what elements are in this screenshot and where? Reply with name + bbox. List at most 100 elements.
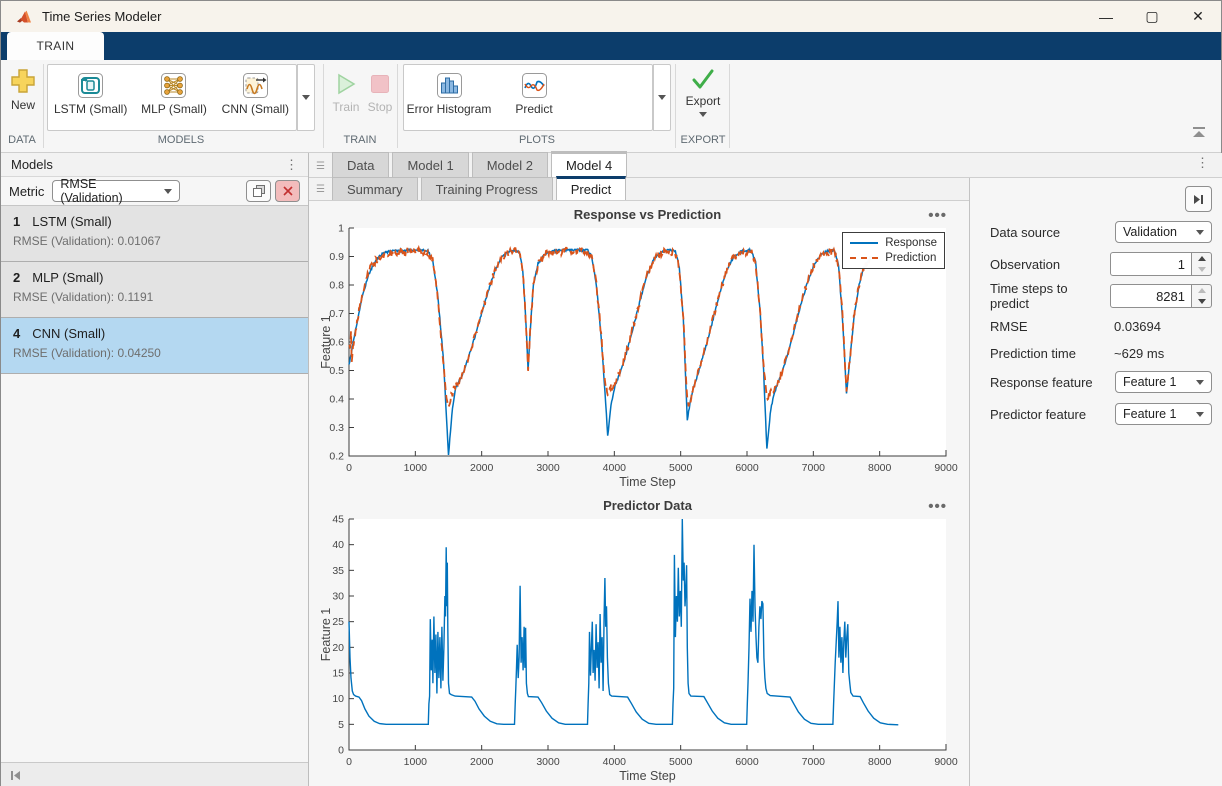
svg-text:0.3: 0.3 [329,422,344,434]
gallery-item-lstm[interactable]: LSTM (Small) [48,65,133,130]
model-1-number: 1 [13,214,20,229]
svg-text:2000: 2000 [470,756,494,768]
delete-model-button[interactable] [275,180,300,202]
svg-text:9000: 9000 [934,756,958,768]
svg-text:6000: 6000 [735,462,759,474]
response-feature-value: Feature 1 [1123,375,1177,389]
models-gallery-dropdown[interactable] [297,64,315,131]
svg-text:9000: 9000 [934,462,958,474]
predictor-data-plot: 0100020003000400050006000700080009000051… [319,494,965,785]
svg-text:4000: 4000 [603,756,627,768]
time-steps-input[interactable] [1110,284,1192,308]
document-tab-strip: ☰ Data Model 1 Model 2 Model 4 ⋮ [309,153,1222,178]
model-list-item-2[interactable]: 2MLP (Small) RMSE (Validation): 0.1191 [1,262,308,318]
collapse-panel-button[interactable] [1185,186,1212,212]
svg-text:0.9: 0.9 [329,251,344,263]
time-steps-up-button[interactable] [1192,285,1211,296]
gallery-item-lstm-label: LSTM (Small) [54,103,127,116]
train-button[interactable]: Train [329,72,363,114]
gallery-item-predict[interactable]: Predict [494,65,574,130]
histogram-icon [436,72,463,99]
chart-options-dots-icon[interactable]: ••• [928,207,947,224]
model-2-metric: RMSE (Validation): 0.1191 [13,290,296,304]
data-source-label: Data source [990,225,1115,240]
rmse-label: RMSE [990,319,1114,334]
maximize-button[interactable]: ▢ [1129,1,1175,32]
ribbon-separator [397,64,398,148]
observation-up-button[interactable] [1192,253,1211,264]
rmse-value: 0.03694 [1114,319,1212,334]
plots-gallery-dropdown[interactable] [653,64,671,131]
metric-dropdown[interactable]: RMSE (Validation) [52,180,180,202]
export-label: Export [686,94,721,108]
tab-summary[interactable]: Summary [332,177,418,200]
data-source-dropdown[interactable]: Validation [1115,221,1212,243]
gallery-item-error-histogram[interactable]: Error Histogram [404,65,494,130]
svg-text:25: 25 [332,616,344,628]
ribbon-separator [729,64,730,148]
gallery-item-cnn[interactable]: CNN (Small) [215,65,296,130]
chart-options-dots-icon[interactable]: ••• [928,498,947,515]
models-panel-scrollbar[interactable] [1,762,308,786]
tab-predict[interactable]: Predict [556,176,626,200]
time-steps-down-button[interactable] [1192,296,1211,307]
title-bar: Time Series Modeler — ▢ ✕ [1,1,1221,32]
export-button[interactable]: Export [680,68,726,117]
svg-text:0.4: 0.4 [329,394,344,406]
svg-text:20: 20 [332,642,344,654]
group-label-models: MODELS [45,134,317,146]
minimize-button[interactable]: — [1083,1,1129,32]
response-feature-dropdown[interactable]: Feature 1 [1115,371,1212,393]
duplicate-model-button[interactable] [246,180,271,202]
tab-model-4[interactable]: Model 4 [551,151,627,177]
new-button[interactable]: New [5,68,41,112]
svg-text:Feature 1: Feature 1 [319,315,333,369]
model-list-item-1[interactable]: 1LSTM (Small) RMSE (Validation): 0.01067 [1,206,308,262]
checkmark-icon [691,68,715,90]
chevron-down-icon [164,189,172,194]
svg-text:1000: 1000 [404,756,428,768]
tab-strip-grip-icon[interactable]: ☰ [309,184,332,200]
svg-text:15: 15 [332,668,344,680]
new-label: New [11,98,35,112]
chevron-down-icon [658,95,666,100]
model-4-number: 4 [13,326,20,341]
model-list-item-4[interactable]: 4CNN (Small) RMSE (Validation): 0.04250 [1,318,308,374]
models-panel-menu-icon[interactable]: ⋮ [285,160,298,170]
data-source-value: Validation [1123,225,1177,239]
tab-strip-menu-icon[interactable]: ⋮ [1196,158,1209,168]
legend-line-sample [850,242,878,244]
chevron-down-icon [1196,380,1204,385]
collapse-ribbon-icon[interactable] [1191,126,1207,138]
copy-icon [252,184,266,198]
collapse-left-icon[interactable] [9,769,22,782]
chevron-down-icon [1196,230,1204,235]
tab-model-2[interactable]: Model 2 [472,152,548,177]
tab-train[interactable]: TRAIN [7,32,104,60]
observation-input[interactable] [1110,252,1192,276]
delete-x-icon [282,185,294,197]
model-4-name: CNN (Small) [32,326,105,341]
response-feature-label: Response feature [990,375,1115,390]
model-2-number: 2 [13,270,20,285]
tab-data[interactable]: Data [332,152,389,177]
predictor-feature-dropdown[interactable]: Feature 1 [1115,403,1212,425]
tab-strip-grip-icon[interactable]: ☰ [309,161,332,177]
gallery-item-error-histogram-label: Error Histogram [406,103,492,116]
svg-text:7000: 7000 [802,756,826,768]
stop-button[interactable]: Stop [364,72,396,114]
svg-text:5: 5 [338,719,344,731]
close-button[interactable]: ✕ [1175,1,1221,32]
ribbon-separator [675,64,676,148]
svg-text:5000: 5000 [669,756,693,768]
group-label-export: EXPORT [677,134,729,146]
tab-training-progress[interactable]: Training Progress [421,177,553,200]
svg-text:1000: 1000 [404,462,428,474]
svg-text:0: 0 [346,756,352,768]
svg-text:8000: 8000 [868,462,892,474]
gallery-item-mlp[interactable]: MLP (Small) [133,65,214,130]
svg-text:0.8: 0.8 [329,280,344,292]
observation-down-button[interactable] [1192,264,1211,275]
tab-model-1[interactable]: Model 1 [392,152,468,177]
prediction-time-value: ~629 ms [1114,346,1212,361]
